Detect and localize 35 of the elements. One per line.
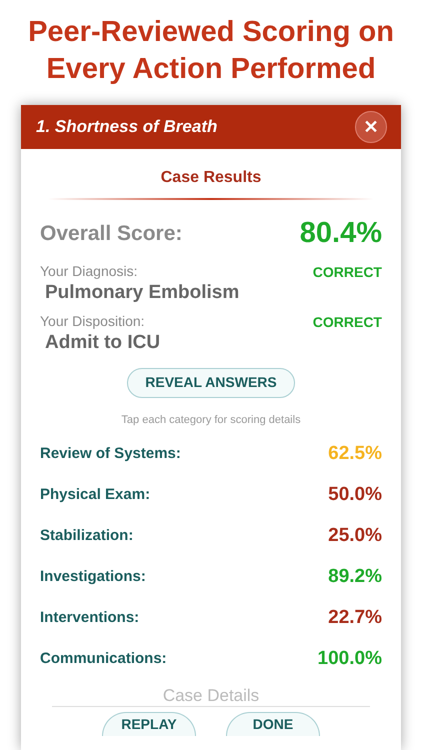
section-title: Case Results	[160, 168, 262, 188]
category-label: Investigations:	[40, 567, 146, 588]
overall-score-label: Overall Score:	[40, 221, 182, 247]
category-label: Interventions:	[40, 608, 140, 628]
category-score: 25.0%	[328, 524, 382, 548]
answer-label: Your Disposition:	[40, 312, 146, 330]
answer-value: Admit to ICU	[45, 330, 160, 354]
answer-value: Pulmonary Embolism	[45, 280, 240, 304]
category-row[interactable]: Interventions: 22.7%	[40, 598, 382, 639]
answer-label: Your Diagnosis:	[40, 262, 139, 280]
category-label: Review of Systems:	[40, 444, 181, 464]
category-score: 62.5%	[328, 442, 382, 466]
category-row[interactable]: Stabilization: 25.0%	[40, 516, 382, 557]
action-button[interactable]: REPLAY	[102, 712, 196, 736]
category-score: 89.2%	[328, 565, 382, 590]
headline: Peer-Reviewed Scoring on Every Action Performed	[27, 15, 395, 87]
category-row[interactable]: Physical Exam: 50.0%	[40, 475, 382, 516]
close-button[interactable]: ✕	[355, 111, 387, 143]
category-label: Physical Exam:	[40, 485, 150, 506]
dialog-title: 1. Shortness of Breath	[36, 116, 218, 138]
category-row[interactable]: Review of Systems: 62.5%	[40, 434, 382, 475]
category-score: 50.0%	[328, 483, 382, 508]
verdict: CORRECT	[312, 262, 382, 282]
category-label: Stabilization:	[40, 526, 134, 546]
overall-score: 80.4%	[300, 216, 382, 251]
category-label: Communications:	[40, 649, 167, 670]
hint-text: Tap each category for scoring details	[121, 412, 301, 428]
category-row[interactable]: Communications: 100.0%	[40, 639, 382, 680]
action-button[interactable]: DONE	[226, 712, 320, 736]
section-title: Case Details	[162, 686, 260, 706]
reveal-answers-button[interactable]: REVEAL ANSWERS	[127, 368, 295, 398]
category-row[interactable]: Investigations: 89.2%	[40, 557, 382, 598]
category-score: 22.7%	[328, 606, 382, 630]
verdict: CORRECT	[312, 312, 382, 332]
category-score: 100.0%	[318, 647, 382, 672]
